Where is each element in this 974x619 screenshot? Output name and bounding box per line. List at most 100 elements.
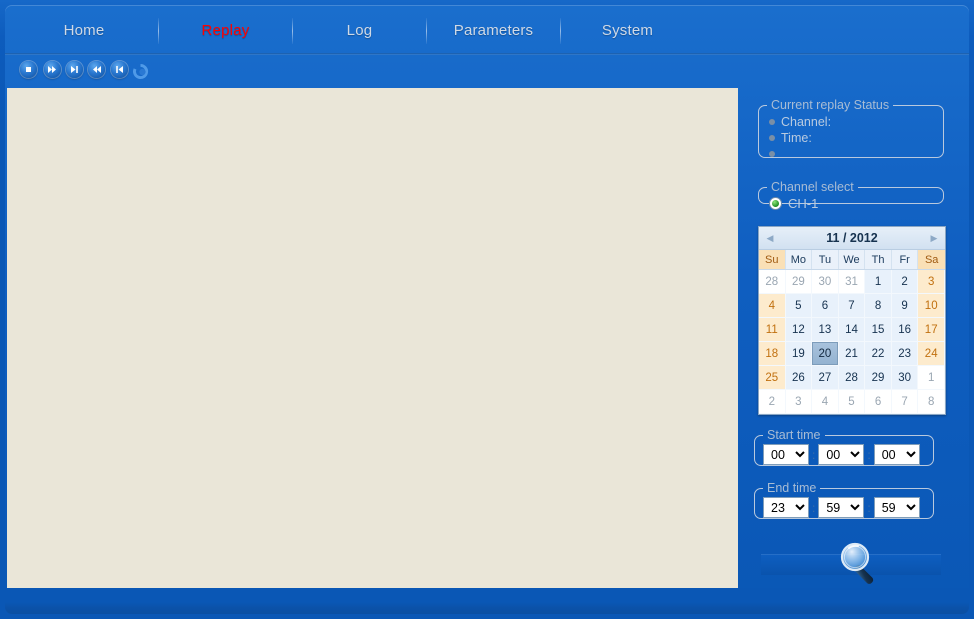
- end-time-row: 23 : 59 : 59: [755, 495, 933, 518]
- nav-divider: [5, 53, 969, 55]
- replay-sidebar: Current replay Status Channel: Time: Cha…: [746, 88, 968, 588]
- skip-previous-icon[interactable]: [111, 61, 128, 78]
- calendar-weekday-fr: Fr: [891, 250, 919, 269]
- end-hour-select[interactable]: 23: [763, 497, 809, 518]
- start-hour-select[interactable]: 00: [763, 444, 809, 465]
- calendar-weekday-header: Su Mo Tu We Th Fr Sa: [759, 250, 945, 270]
- calendar-day[interactable]: 24: [918, 342, 945, 366]
- calendar-day[interactable]: 1: [865, 270, 892, 294]
- calendar-day[interactable]: 20: [812, 342, 839, 366]
- nav-item-log[interactable]: Log: [293, 22, 426, 39]
- channel-select-panel: Channel select CH-1: [758, 180, 944, 211]
- calendar-day[interactable]: 10: [918, 294, 945, 318]
- calendar-day[interactable]: 17: [918, 318, 945, 342]
- calendar-weekday-mo: Mo: [785, 250, 813, 269]
- calendar-day-adjacent[interactable]: 3: [785, 390, 813, 414]
- calendar-day[interactable]: 15: [865, 318, 892, 342]
- calendar-day[interactable]: 12: [785, 318, 813, 342]
- start-minute-select[interactable]: 00: [818, 444, 865, 465]
- end-time-panel: End time 23 : 59 : 59: [754, 481, 934, 519]
- calendar-prev-month-icon[interactable]: ◀: [759, 227, 781, 249]
- calendar-day[interactable]: 18: [759, 342, 786, 366]
- start-time-row: 00 : 00 : 00: [755, 442, 933, 465]
- calendar-weekday-sa: Sa: [918, 250, 945, 269]
- calendar-day[interactable]: 14: [838, 318, 866, 342]
- end-time-separator-2: :: [867, 500, 871, 515]
- radio-button-ch1[interactable]: [769, 197, 782, 210]
- calendar-day-adjacent[interactable]: 2: [759, 390, 786, 414]
- status-item-time: Time:: [769, 130, 943, 146]
- calendar-day[interactable]: 6: [812, 294, 839, 318]
- calendar-day[interactable]: 19: [785, 342, 813, 366]
- nav-item-home[interactable]: Home: [10, 22, 158, 39]
- start-time-panel: Start time 00 : 00 : 00: [754, 428, 934, 466]
- calendar-day[interactable]: 23: [891, 342, 919, 366]
- nav-item-parameters[interactable]: Parameters: [427, 22, 560, 39]
- status-list: Channel: Time:: [759, 112, 943, 157]
- calendar-day[interactable]: 21: [838, 342, 866, 366]
- start-time-separator-2: :: [867, 447, 871, 462]
- calendar-day[interactable]: 3: [918, 270, 945, 294]
- calendar-next-month-icon[interactable]: ▶: [923, 227, 945, 249]
- calendar-day[interactable]: 4: [759, 294, 786, 318]
- calendar-day[interactable]: 25: [759, 366, 786, 390]
- calendar-day[interactable]: 9: [891, 294, 919, 318]
- current-replay-status-panel: Current replay Status Channel: Time:: [758, 98, 944, 158]
- calendar-day[interactable]: 22: [865, 342, 892, 366]
- calendar-day-adjacent[interactable]: 1: [918, 366, 945, 390]
- channel-label-ch1: CH-1: [788, 196, 819, 211]
- channel-option-row[interactable]: CH-1: [759, 194, 943, 211]
- calendar-day[interactable]: 13: [812, 318, 839, 342]
- calendar-header: ◀ 11 / 2012 ▶: [759, 227, 945, 250]
- end-second-select[interactable]: 59: [873, 497, 920, 518]
- stop-icon[interactable]: [20, 61, 37, 78]
- nav-item-system[interactable]: System: [561, 22, 694, 39]
- calendar-day[interactable]: 7: [838, 294, 866, 318]
- calendar-day-adjacent[interactable]: 30: [812, 270, 839, 294]
- loop-icon[interactable]: [132, 63, 149, 80]
- calendar-day[interactable]: 8: [865, 294, 892, 318]
- calendar-weekday-th: Th: [865, 250, 892, 269]
- calendar-day-adjacent[interactable]: 6: [865, 390, 892, 414]
- end-time-legend: End time: [767, 481, 817, 495]
- application-window: Home Replay Log Parameters System Curren…: [0, 0, 974, 619]
- calendar-day-adjacent[interactable]: 7: [891, 390, 919, 414]
- calendar-day[interactable]: 28: [838, 366, 866, 390]
- calendar-day-adjacent[interactable]: 5: [838, 390, 866, 414]
- date-picker-calendar[interactable]: ◀ 11 / 2012 ▶ Su Mo Tu We Th Fr Sa 28 29 30 31 1 2 3…: [758, 226, 946, 415]
- end-time-separator-1: :: [812, 500, 816, 515]
- calendar-day[interactable]: 2: [891, 270, 919, 294]
- start-time-separator-1: :: [812, 447, 816, 462]
- calendar-weekday-we: We: [838, 250, 866, 269]
- video-display-area[interactable]: [7, 88, 738, 588]
- calendar-day[interactable]: 11: [759, 318, 786, 342]
- calendar-day[interactable]: 27: [812, 366, 839, 390]
- window-footer: [5, 588, 969, 614]
- calendar-day[interactable]: 5: [785, 294, 813, 318]
- nav-item-replay[interactable]: Replay: [159, 22, 292, 39]
- rewind-icon[interactable]: [88, 61, 105, 78]
- magnifier-icon: [834, 537, 886, 589]
- search-button[interactable]: [761, 542, 941, 584]
- calendar-day-grid[interactable]: 28 29 30 31 1 2 3 4 5 6 7 8 9 10 11 12 13 14 15 16 17 18 19 20 2…: [759, 270, 945, 414]
- calendar-day-adjacent[interactable]: 28: [759, 270, 786, 294]
- start-second-select[interactable]: 00: [873, 444, 920, 465]
- calendar-day[interactable]: 29: [865, 366, 892, 390]
- calendar-day-adjacent[interactable]: 29: [785, 270, 813, 294]
- skip-next-icon[interactable]: [66, 61, 83, 78]
- channel-select-legend: Channel select: [771, 180, 854, 194]
- calendar-title: 11 / 2012: [826, 231, 878, 245]
- calendar-day-adjacent[interactable]: 31: [838, 270, 866, 294]
- calendar-weekday-tu: Tu: [812, 250, 839, 269]
- calendar-weekday-su: Su: [759, 250, 786, 269]
- end-minute-select[interactable]: 59: [818, 497, 865, 518]
- status-item-channel: Channel:: [769, 114, 943, 130]
- playback-toolbar: [5, 56, 969, 137]
- calendar-day-adjacent[interactable]: 8: [918, 390, 945, 414]
- current-replay-status-legend: Current replay Status: [771, 98, 890, 112]
- calendar-day[interactable]: 26: [785, 366, 813, 390]
- fast-forward-icon[interactable]: [44, 61, 61, 78]
- calendar-day[interactable]: 16: [891, 318, 919, 342]
- calendar-day-adjacent[interactable]: 4: [812, 390, 839, 414]
- calendar-day[interactable]: 30: [891, 366, 919, 390]
